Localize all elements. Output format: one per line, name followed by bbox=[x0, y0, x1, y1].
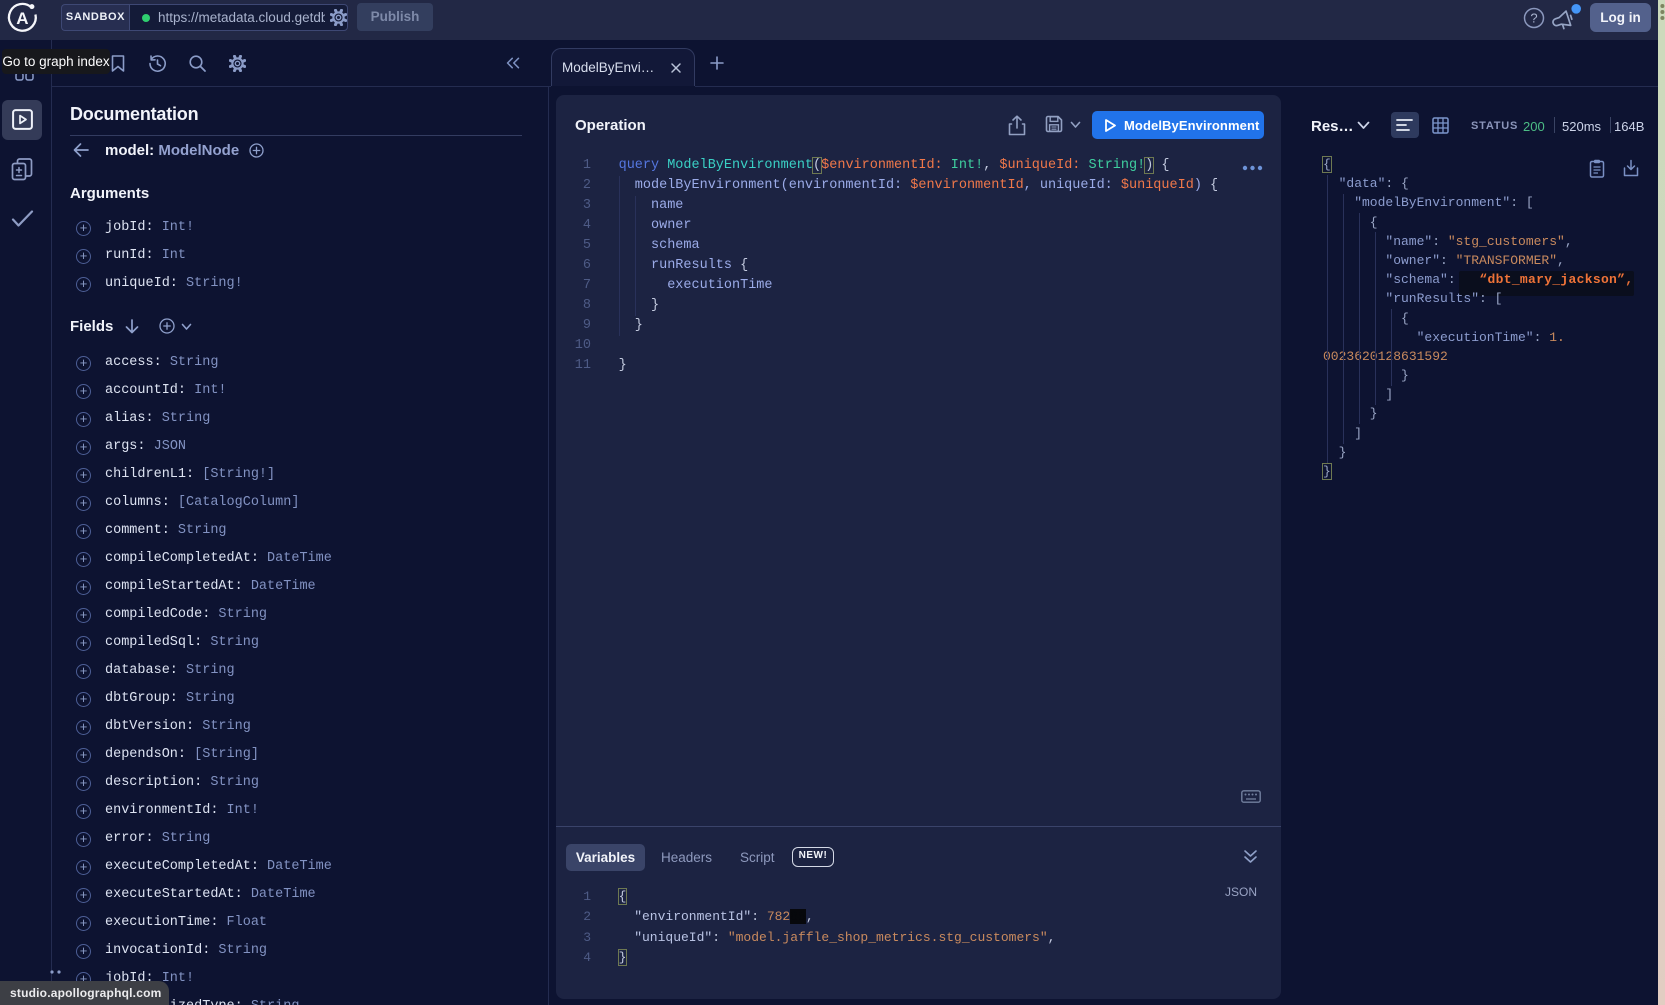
svg-text:A: A bbox=[16, 9, 28, 28]
svg-text:?: ? bbox=[1530, 11, 1537, 26]
